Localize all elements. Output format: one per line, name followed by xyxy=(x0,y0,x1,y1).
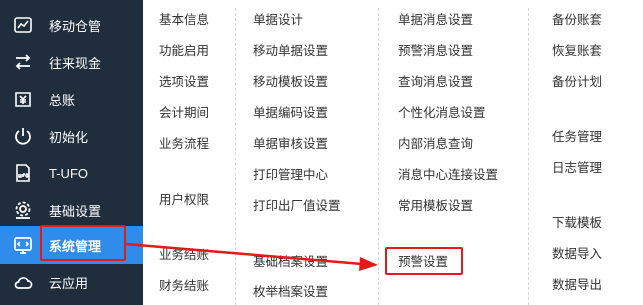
annotation-arrow xyxy=(125,242,378,271)
